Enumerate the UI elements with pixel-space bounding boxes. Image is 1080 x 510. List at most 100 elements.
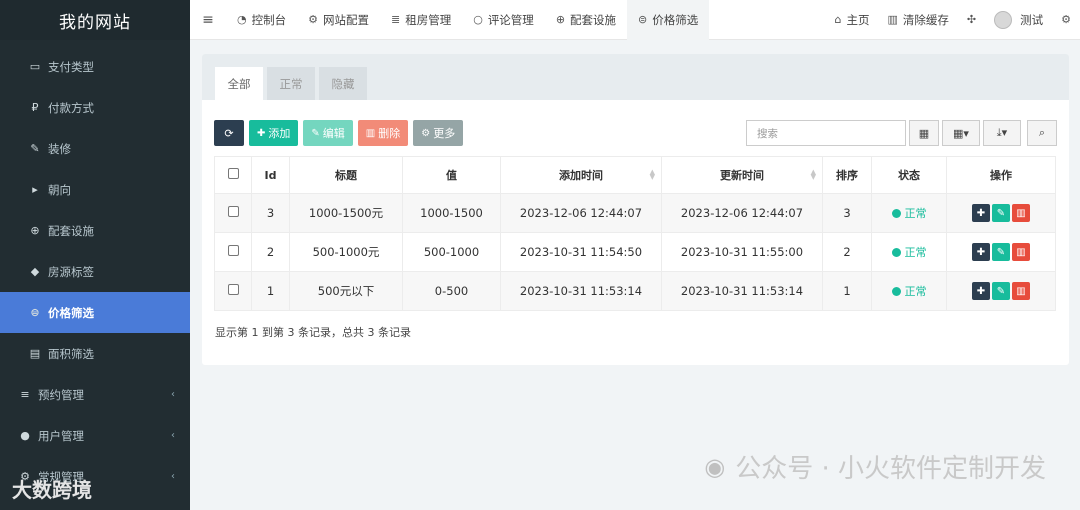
- row-checkbox[interactable]: [227, 245, 239, 256]
- table-header-row: Id 标题 值 添加时间 ▲ ▼ 更新时间 ▲ ▼ 排序 状态 操作: [214, 156, 1056, 194]
- more-button[interactable]: ⚙ 更多: [413, 120, 464, 146]
- data-table: Id 标题 值 添加时间 ▲ ▼ 更新时间 ▲ ▼ 排序 状态 操作 3 1000-150…: [214, 156, 1056, 311]
- sidebar-item-label: 房源标签: [48, 264, 94, 279]
- top-tab-1[interactable]: ⚙ 网站配置: [297, 0, 380, 40]
- row-edit-button[interactable]: ✎: [992, 243, 1010, 261]
- play-square-icon: ▸: [32, 183, 38, 196]
- sidebar-group-0[interactable]: ≡ 预约管理 ‹: [0, 374, 190, 415]
- list-icon: ≡: [20, 388, 30, 401]
- clear-cache-label: 清除缓存: [902, 12, 949, 27]
- settings-button[interactable]: ⚙: [1052, 0, 1080, 40]
- columns-button[interactable]: ▦▾: [942, 120, 980, 146]
- cell-created: 2023-12-06 12:44:07: [500, 193, 662, 233]
- row-delete-button[interactable]: ▥: [1012, 204, 1030, 222]
- more-label: 更多: [433, 127, 456, 140]
- tab-hidden[interactable]: 隐藏: [319, 67, 367, 100]
- row-delete-button[interactable]: ▥: [1012, 282, 1030, 300]
- sidebar-item-0[interactable]: ▭ 支付类型: [0, 46, 190, 87]
- cell-value: 0-500: [402, 271, 501, 311]
- cell-created: 2023-10-31 11:54:50: [500, 232, 662, 272]
- cell-status[interactable]: 正常: [871, 271, 947, 311]
- sidebar-group-label: 预约管理: [38, 387, 84, 402]
- col-status[interactable]: 状态: [871, 156, 947, 194]
- col-created-label: 添加时间: [559, 169, 603, 182]
- table-row[interactable]: 2 500-1000元 500-1000 2023-10-31 11:54:50 202…: [214, 232, 1056, 272]
- price-icon: ⊜: [638, 13, 648, 26]
- search-button[interactable]: ⌕: [1027, 120, 1057, 146]
- top-tab-0[interactable]: ◔ 控制台: [226, 0, 297, 40]
- drag-sort-button[interactable]: ✚: [972, 282, 990, 300]
- top-tab-4[interactable]: ⊕ 配套设施: [545, 0, 627, 40]
- sidebar-item-label: 配套设施: [48, 223, 94, 238]
- cell-updated: 2023-10-31 11:55:00: [661, 232, 823, 272]
- refresh-button[interactable]: ⟳: [214, 120, 244, 146]
- cell-status[interactable]: 正常: [871, 193, 947, 233]
- comment-icon: ○: [473, 13, 483, 26]
- top-tab-5[interactable]: ⊜ 价格筛选: [627, 0, 710, 40]
- sidebar-item-1[interactable]: ₽ 付款方式: [0, 87, 190, 128]
- toggle-view-button[interactable]: ▦: [909, 120, 939, 146]
- sidebar-item-label: 面积筛选: [48, 346, 94, 361]
- wrench-icon: ✎: [30, 142, 40, 155]
- row-checkbox[interactable]: [227, 206, 239, 217]
- trash-icon: ▥: [365, 127, 376, 139]
- price-icon: ⊜: [30, 306, 40, 319]
- sidebar-item-label: 支付类型: [48, 59, 94, 74]
- status-dot-icon: [891, 287, 901, 296]
- clear-cache-button[interactable]: ▥ 清除缓存: [879, 0, 958, 40]
- menu-toggle-icon[interactable]: ≡: [190, 12, 226, 28]
- edit-button[interactable]: ✎ 编辑: [303, 120, 353, 146]
- col-created[interactable]: 添加时间 ▲ ▼: [500, 156, 662, 194]
- search-input[interactable]: 搜索: [746, 120, 906, 146]
- sidebar-item-6[interactable]: ⊜ 价格筛选: [0, 292, 190, 333]
- user-name: 测试: [1020, 12, 1044, 27]
- col-weigh[interactable]: 排序: [822, 156, 872, 194]
- sidebar-item-5[interactable]: ◆ 房源标签: [0, 251, 190, 292]
- col-id[interactable]: Id: [251, 156, 290, 194]
- sidebar-item-2[interactable]: ✎ 装修: [0, 128, 190, 169]
- cell-weigh: 1: [822, 271, 872, 311]
- tab-normal[interactable]: 正常: [267, 67, 315, 100]
- table-row[interactable]: 1 500元以下 0-500 2023-10-31 11:53:14 2023-10-3…: [214, 271, 1056, 311]
- export-icon: ⤓▾: [996, 126, 1008, 139]
- cell-status[interactable]: 正常: [871, 232, 947, 272]
- export-button[interactable]: ⤓▾: [983, 120, 1021, 146]
- col-updated[interactable]: 更新时间 ▲ ▼: [661, 156, 823, 194]
- fullscreen-button[interactable]: ✣: [958, 0, 985, 40]
- chevron-left-icon: ‹: [171, 471, 175, 482]
- home-link[interactable]: ⌂ 主页: [826, 0, 879, 40]
- select-all-checkbox[interactable]: [227, 168, 239, 179]
- cell-id: 3: [251, 193, 290, 233]
- tab-all[interactable]: 全部: [215, 67, 263, 100]
- col-title[interactable]: 标题: [289, 156, 403, 194]
- drag-sort-button[interactable]: ✚: [972, 204, 990, 222]
- row-checkbox[interactable]: [227, 284, 239, 295]
- status-dot-icon: [891, 248, 901, 257]
- top-tab-label: 租房管理: [405, 12, 452, 27]
- table-row[interactable]: 3 1000-1500元 1000-1500 2023-12-06 12:44:07 2…: [214, 193, 1056, 233]
- site-logo[interactable]: 我的网站: [0, 0, 190, 40]
- watermark-text: 公众号 · 小火软件定制开发: [735, 454, 1046, 484]
- row-select-cell: [214, 232, 252, 272]
- paypal-icon: ₽: [31, 101, 39, 114]
- top-tab-3[interactable]: ○ 评论管理: [462, 0, 545, 40]
- sidebar-group-label: 用户管理: [38, 428, 84, 443]
- drag-sort-button[interactable]: ✚: [972, 243, 990, 261]
- row-edit-button[interactable]: ✎: [992, 204, 1010, 222]
- sort-icon: ▲ ▼: [810, 168, 816, 181]
- chevron-left-icon: ‹: [171, 389, 175, 400]
- table-toolbar: ⟳ ✚ 添加 ✎ 编辑 ▥ 删除 ⚙ 更多 搜索 ▦ ▦▾ ⤓▾ ⌕: [214, 120, 1057, 146]
- user-menu[interactable]: 测试: [985, 0, 1052, 40]
- delete-button[interactable]: ▥ 删除: [357, 120, 409, 146]
- sidebar-item-7[interactable]: ▤ 面积筛选: [0, 333, 190, 374]
- sidebar-item-4[interactable]: ⊕ 配套设施: [0, 210, 190, 251]
- sidebar-item-3[interactable]: ▸ 朝向: [0, 169, 190, 210]
- wechat-icon: ◉: [704, 452, 726, 481]
- top-tab-2[interactable]: ≣ 租房管理: [380, 0, 462, 40]
- sidebar-group-1[interactable]: ● 用户管理 ‹: [0, 415, 190, 456]
- col-value[interactable]: 值: [402, 156, 501, 194]
- content-panel: 全部 正常 隐藏 ⟳ ✚ 添加 ✎ 编辑 ▥ 删除 ⚙ 更多 搜索 ▦ ▦▾ ⤓▾ ⌕ …: [202, 54, 1069, 365]
- add-button[interactable]: ✚ 添加: [249, 120, 299, 146]
- row-delete-button[interactable]: ▥: [1012, 243, 1030, 261]
- row-edit-button[interactable]: ✎: [992, 282, 1010, 300]
